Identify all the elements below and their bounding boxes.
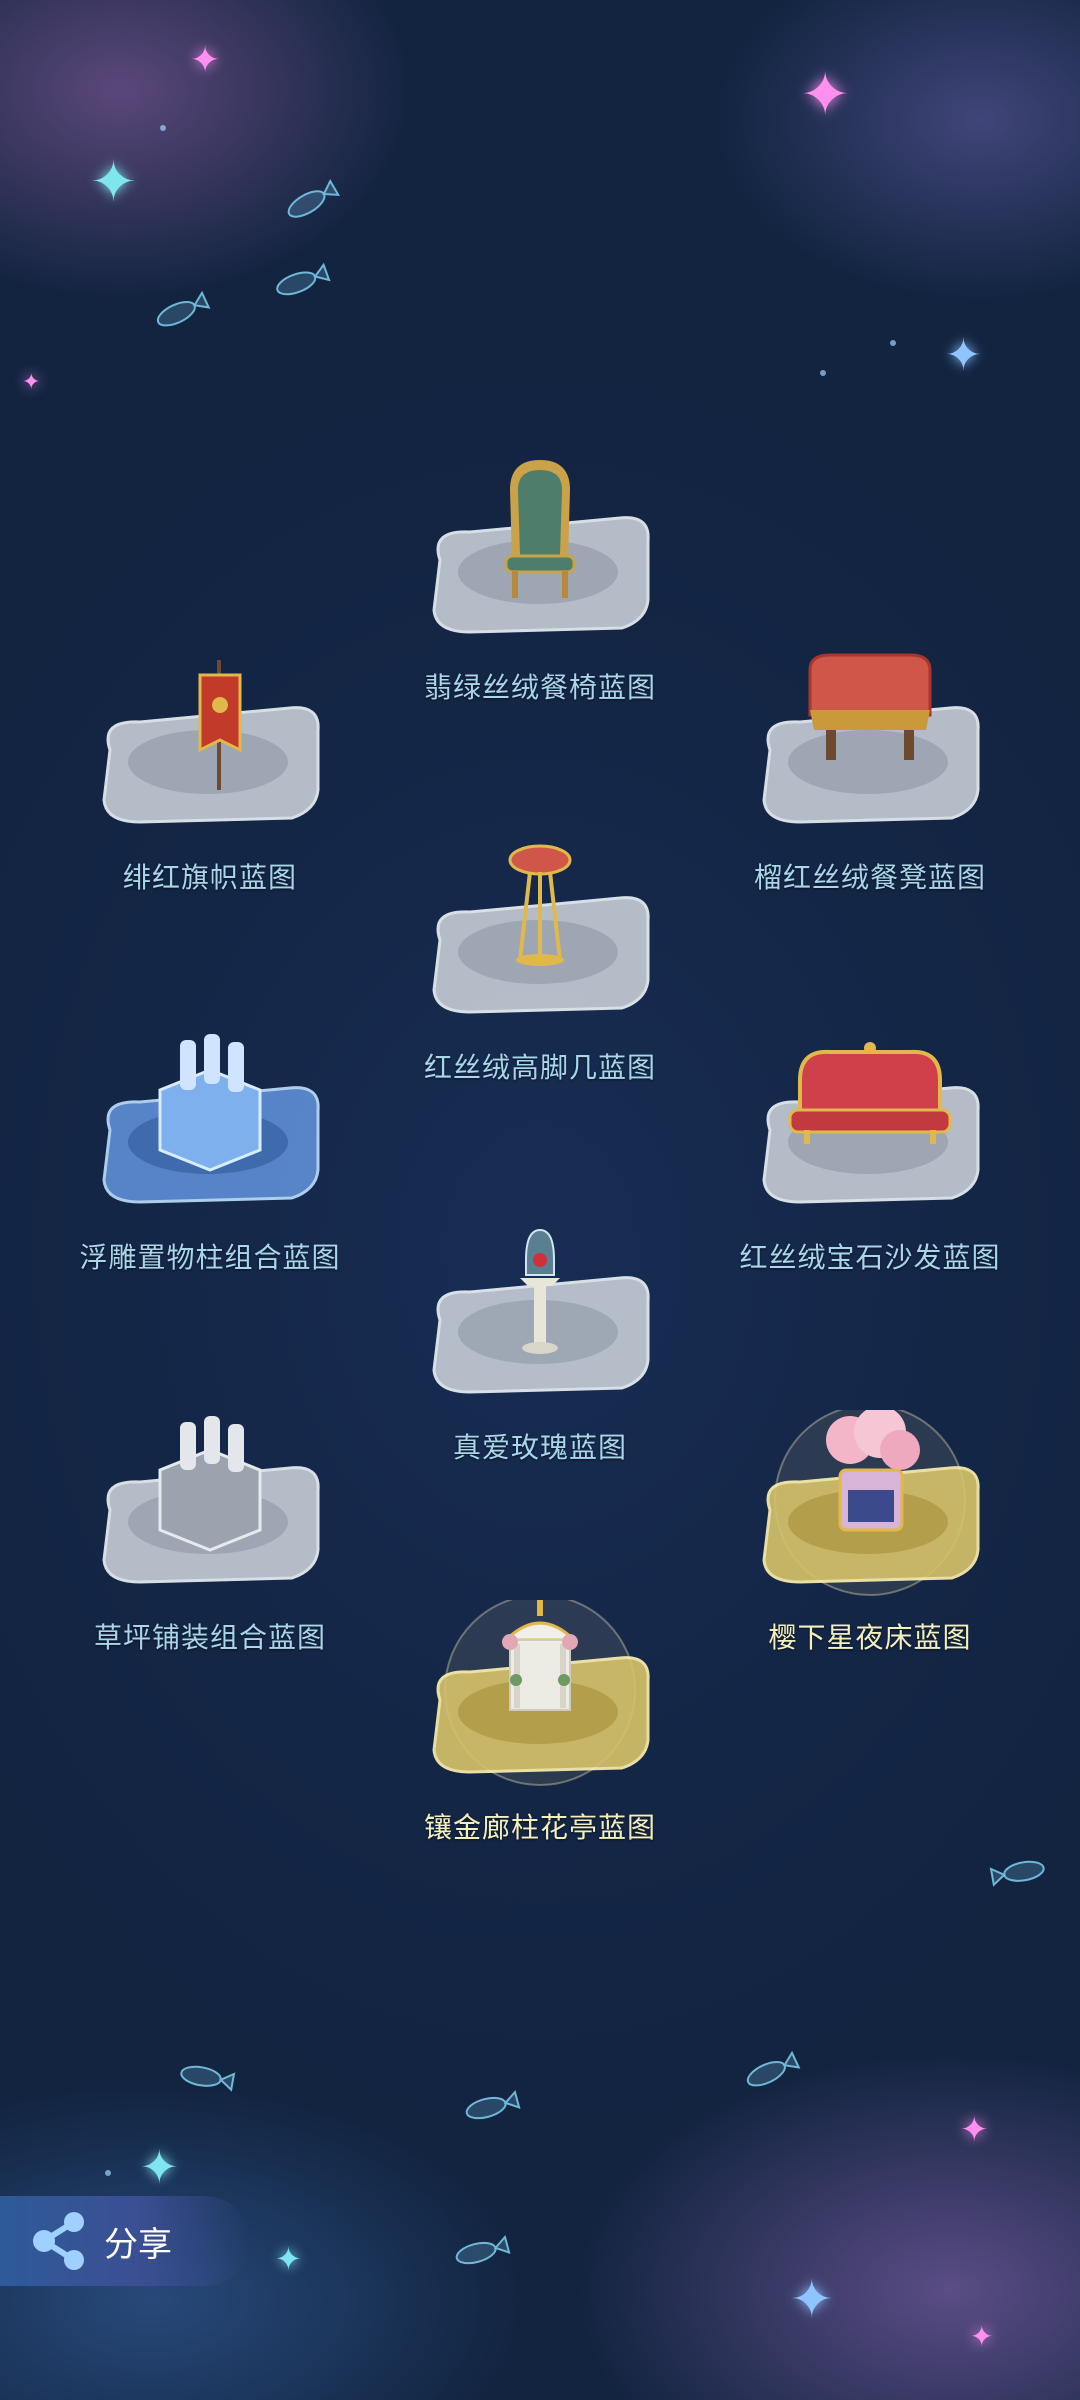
sparkle-icon: ✦	[275, 2240, 302, 2278]
relief-pillar-bundle-icon	[158, 1034, 262, 1172]
blueprint-pedestal	[80, 1410, 340, 1610]
sparkle-icon: ✦	[22, 370, 41, 395]
blueprint-name: 樱下星夜床蓝图	[768, 1621, 972, 1654]
sparkle-icon: ✦	[970, 2320, 994, 2353]
blueprint-item[interactable]: 红丝绒高脚几蓝图	[390, 840, 690, 1100]
sparkle-icon: ✦	[790, 2270, 834, 2330]
share-button[interactable]: 分享	[0, 2196, 250, 2286]
blueprint-name: 翡绿丝绒餐椅蓝图	[423, 671, 656, 704]
blueprint-pedestal	[410, 1220, 670, 1420]
blueprint-name: 榴红丝绒餐凳蓝图	[753, 861, 986, 894]
sparkle-icon: ✦	[140, 2140, 179, 2194]
blueprint-item[interactable]: 真爱玫瑰蓝图	[390, 1220, 690, 1480]
blueprint-item[interactable]: 镶金廊柱花亭蓝图	[390, 1600, 690, 1860]
blueprint-name: 浮雕置物柱组合蓝图	[79, 1241, 341, 1274]
blueprint-pedestal	[410, 460, 670, 660]
red-velvet-gem-sofa-icon	[788, 1042, 952, 1144]
lawn-paving-bundle-icon	[158, 1416, 262, 1552]
blueprint-item[interactable]: 绯红旗帜蓝图	[60, 650, 360, 910]
blueprint-pedestal	[740, 1410, 1000, 1610]
blueprint-pedestal	[80, 650, 340, 850]
share-label: 分享	[104, 2224, 172, 2265]
blueprint-pedestal	[740, 650, 1000, 850]
blueprint-name: 绯红旗帜蓝图	[122, 861, 297, 894]
blueprint-item[interactable]: 翡绿丝绒餐椅蓝图	[390, 460, 690, 720]
sparkle-icon: ✦	[90, 150, 137, 215]
blueprint-pedestal	[740, 1030, 1000, 1230]
sparkle-icon: ✦	[800, 60, 851, 130]
blueprint-item[interactable]: 浮雕置物柱组合蓝图	[60, 1030, 360, 1290]
blueprint-name: 镶金廊柱花亭蓝图	[423, 1811, 656, 1844]
blueprint-item[interactable]: 榴红丝绒餐凳蓝图	[720, 650, 1020, 910]
blueprint-pedestal	[410, 840, 670, 1040]
sparkle-icon: ✦	[945, 330, 982, 381]
blueprint-name: 真爱玫瑰蓝图	[452, 1431, 627, 1464]
star-dot	[105, 2170, 111, 2176]
blueprint-item[interactable]: 樱下星夜床蓝图	[720, 1410, 1020, 1670]
star-dot	[820, 370, 826, 376]
sparkle-icon: ✦	[960, 2110, 989, 2150]
blueprint-pedestal	[80, 1030, 340, 1230]
blueprint-pedestal	[410, 1600, 670, 1800]
star-dot	[160, 125, 166, 131]
blueprint-name: 红丝绒高脚几蓝图	[423, 1051, 656, 1084]
blueprint-name: 草坪铺装组合蓝图	[93, 1621, 326, 1654]
blueprint-name: 红丝绒宝石沙发蓝图	[739, 1241, 1001, 1274]
share-icon	[28, 2210, 90, 2272]
blueprint-item[interactable]: 红丝绒宝石沙发蓝图	[720, 1030, 1020, 1290]
sparkle-icon: ✦	[190, 40, 221, 81]
blueprint-item[interactable]: 草坪铺装组合蓝图	[60, 1410, 360, 1670]
star-dot	[890, 340, 896, 346]
